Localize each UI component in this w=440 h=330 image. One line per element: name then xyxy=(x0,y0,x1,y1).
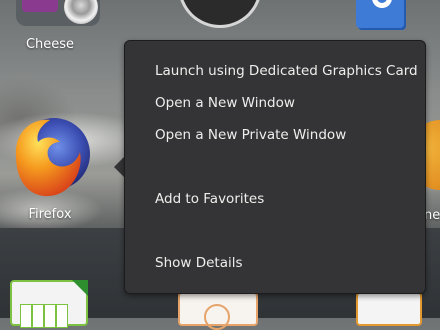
partial-app-label: ne xyxy=(424,208,440,223)
cheese-icon xyxy=(16,0,100,26)
calc-icon[interactable] xyxy=(10,280,88,328)
app-firefox[interactable]: Firefox xyxy=(4,112,96,224)
firefox-icon xyxy=(15,118,90,197)
context-menu: Launch using Dedicated Graphics Card Ope… xyxy=(124,40,426,294)
app-clock[interactable] xyxy=(178,0,262,30)
clock-icon xyxy=(178,0,262,28)
menu-item-open-new-private-window[interactable]: Open a New Private Window xyxy=(155,127,346,143)
menu-item-launch-dedicated-gpu[interactable]: Launch using Dedicated Graphics Card xyxy=(155,63,418,79)
menu-item-show-details[interactable]: Show Details xyxy=(155,255,243,271)
app-label-firefox: Firefox xyxy=(28,207,72,222)
app-notes[interactable] xyxy=(356,0,404,30)
writer-icon[interactable] xyxy=(356,292,422,326)
app-cheese[interactable]: Cheese xyxy=(8,0,100,56)
menu-item-add-to-favorites[interactable]: Add to Favorites xyxy=(155,191,264,207)
notes-icon xyxy=(356,0,404,28)
app-label-cheese: Cheese xyxy=(25,37,75,52)
impress-icon[interactable] xyxy=(178,292,258,330)
menu-item-open-new-window[interactable]: Open a New Window xyxy=(155,95,295,111)
